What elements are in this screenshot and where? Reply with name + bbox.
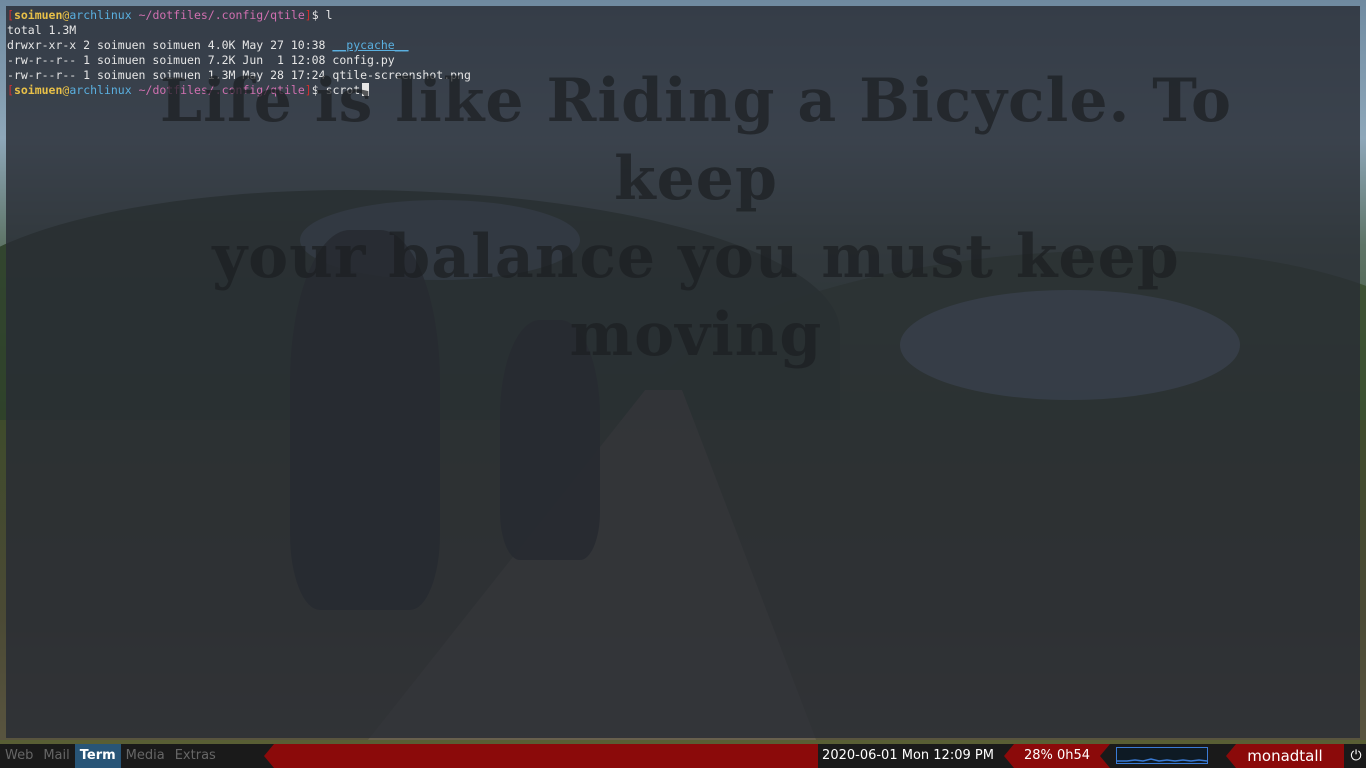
prompt-user: soimuen: [13, 8, 63, 22]
cpu-graph-icon: [1117, 758, 1207, 762]
file-meta: drwxr-xr-x 2 soimuen soimuen 4.0K May 27…: [7, 38, 333, 52]
prompt-host: archlinux: [69, 8, 132, 22]
command-text: l: [325, 8, 333, 22]
power-icon[interactable]: ⏻: [1346, 744, 1366, 768]
prompt-user: soimuen: [13, 83, 63, 97]
group-media[interactable]: Media: [121, 744, 170, 768]
battery-widget: 28% 0h54: [1004, 744, 1110, 768]
prompt-bracket: [: [7, 83, 14, 97]
output-row: drwxr-xr-x 2 soimuen soimuen 4.0K May 27…: [7, 38, 1359, 53]
group-web[interactable]: Web: [0, 744, 38, 768]
wallpaper-quote-line: Life is like Riding a Bicycle. To keep: [159, 66, 1233, 214]
prompt-dollar: $: [311, 8, 319, 22]
wallpaper-quote-line: your balance you must keep moving: [212, 222, 1180, 370]
window-name-strip: [264, 744, 819, 768]
output-total: total 1.3M: [7, 23, 77, 37]
terminal-window[interactable]: Life is like Riding a Bicycle. To keep y…: [6, 6, 1360, 738]
cpu-graph-widget: [1116, 747, 1208, 764]
wallpaper-quote: Life is like Riding a Bicycle. To keep y…: [116, 62, 1276, 374]
prompt-path: ~/dotfiles/.config/qtile: [138, 8, 305, 22]
clock-widget: 2020-06-01 Mon 12:09 PM: [818, 744, 998, 768]
file-name: __pycache__: [332, 38, 409, 52]
prompt-line: [soimuen@archlinux ~/dotfiles/.config/qt…: [7, 8, 1359, 23]
group-mail[interactable]: Mail: [38, 744, 74, 768]
group-term[interactable]: Term: [74, 744, 121, 768]
prompt-bracket: ]: [304, 8, 312, 22]
group-extras[interactable]: Extras: [170, 744, 221, 768]
layout-widget[interactable]: monadtall: [1226, 744, 1344, 768]
prompt-bracket: [: [7, 8, 14, 22]
